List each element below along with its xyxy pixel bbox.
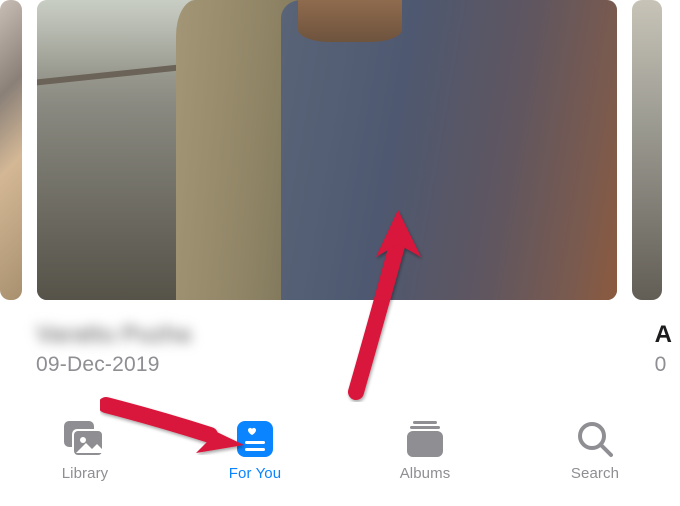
tab-for-you[interactable]: For You [185, 418, 325, 482]
memory-date-next: 0 [655, 353, 672, 377]
bottom-tabbar: Library For You Albums [0, 406, 680, 506]
memory-card-partial-right[interactable] [632, 0, 662, 300]
memory-card-main[interactable] [37, 0, 617, 300]
tab-library[interactable]: Library [15, 418, 155, 482]
memory-title: Varattu Puzha [36, 321, 680, 349]
library-icon [62, 418, 108, 460]
memory-title-next: A [655, 321, 672, 349]
tab-label: For You [229, 465, 281, 482]
tab-label: Albums [400, 465, 451, 482]
memory-caption: Varattu Puzha 09-Dec-2019 A 0 [0, 305, 680, 377]
for-you-icon [234, 418, 276, 460]
search-icon [574, 418, 616, 460]
tab-label: Search [571, 465, 619, 482]
memory-date: 09-Dec-2019 [36, 353, 680, 377]
memories-carousel[interactable] [0, 0, 680, 305]
memory-card-partial-left[interactable] [0, 0, 22, 300]
tab-albums[interactable]: Albums [355, 418, 495, 482]
albums-icon [404, 418, 446, 460]
tab-label: Library [62, 465, 109, 482]
tab-search[interactable]: Search [525, 418, 665, 482]
memory-caption-next: A 0 [655, 321, 672, 377]
